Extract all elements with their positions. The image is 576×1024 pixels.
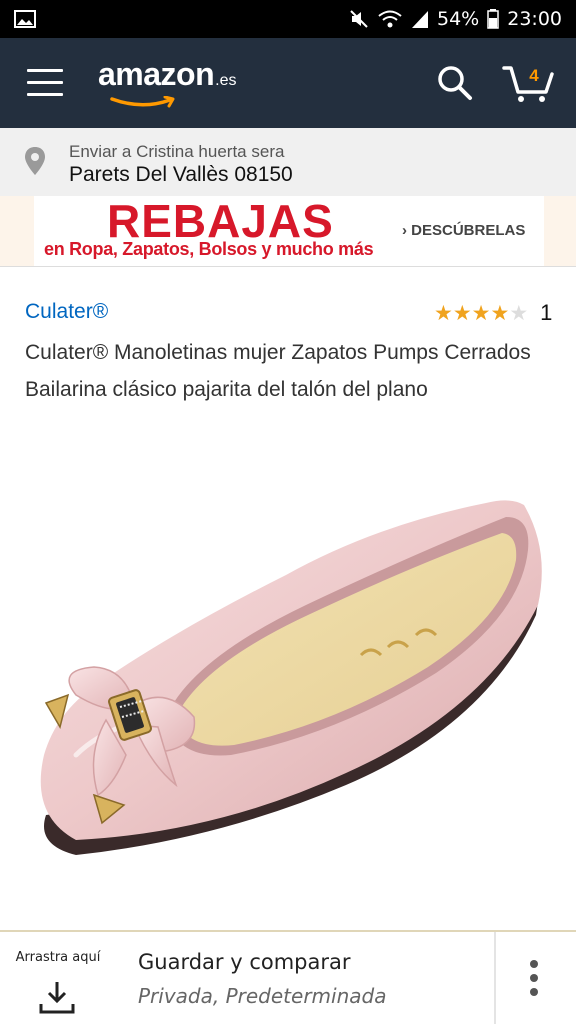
amazon-logo[interactable]: amazon.es (98, 56, 236, 108)
app-header: amazon.es 4 (0, 38, 576, 128)
star-empty-icon: ★ (509, 301, 529, 325)
banner-discover-link[interactable]: › DESCÚBRELAS (402, 222, 525, 239)
rating-count: 1 (540, 300, 553, 325)
wifi-icon (377, 9, 403, 29)
save-compare-sublabel: Privada, Predeterminada (138, 984, 387, 1008)
clock: 23:00 (507, 8, 562, 30)
drag-here-area[interactable]: Arrastra aquí (0, 932, 116, 1024)
drag-label: Arrastra aquí (15, 950, 101, 965)
product-image[interactable] (16, 455, 560, 925)
product-title: Culater® Manoletinas mujer Zapatos Pumps… (25, 341, 531, 401)
cart-count-badge: 4 (529, 66, 539, 85)
delivery-location[interactable]: Enviar a Cristina huerta sera Parets Del… (0, 128, 576, 196)
mute-icon (349, 9, 369, 29)
status-bar: 54% 23:00 (0, 0, 576, 38)
image-notification-icon (14, 10, 36, 28)
hamburger-menu-icon[interactable] (27, 69, 63, 97)
brand-link[interactable]: Culater® (25, 300, 108, 324)
deliver-to-address: Parets Del Vallès 08150 (69, 163, 293, 186)
signal-icon (411, 9, 429, 29)
star-full-icon: ★ (471, 301, 491, 325)
battery-percent: 54% (437, 8, 480, 30)
star-full-icon: ★ (434, 301, 453, 325)
divider (494, 932, 496, 1024)
location-pin-icon (24, 146, 46, 181)
save-compare-label[interactable]: Guardar y comparar (138, 950, 351, 974)
star-full-icon: ★ (490, 301, 510, 325)
promo-banner[interactable]: REBAJAS en Ropa, Zapatos, Bolsos y mucho… (34, 195, 544, 266)
star-rating[interactable]: ★ ★ ★ ★ ★ 1 (434, 300, 552, 326)
save-compare-bar: Arrastra aquí Guardar y comparar Privada… (0, 930, 576, 1024)
download-icon (38, 980, 76, 1021)
more-options-icon[interactable] (530, 960, 540, 1000)
banner-subtitle: en Ropa, Zapatos, Bolsos y mucho más (44, 239, 374, 259)
search-icon[interactable] (436, 64, 474, 107)
star-full-icon: ★ (452, 301, 472, 325)
smile-arrow-icon (110, 96, 175, 108)
promo-banner-area: REBAJAS en Ropa, Zapatos, Bolsos y mucho… (0, 195, 576, 267)
deliver-to-label: Enviar a Cristina huerta sera (69, 142, 285, 161)
battery-icon (487, 9, 499, 29)
